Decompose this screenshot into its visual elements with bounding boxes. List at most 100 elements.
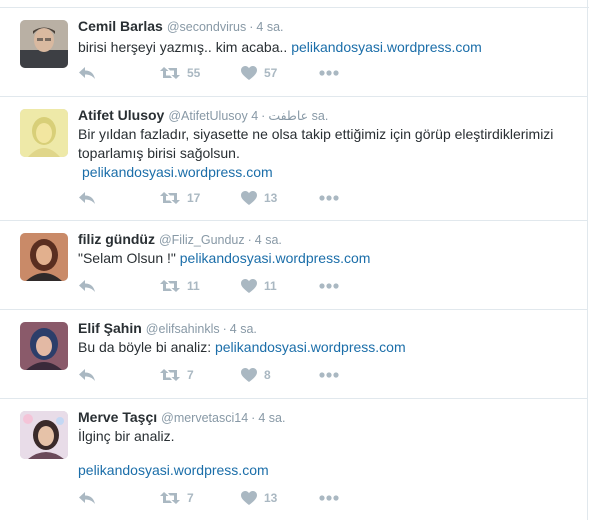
more-icon <box>319 495 339 501</box>
reply-icon <box>79 192 95 204</box>
retweet-button[interactable]: 17 <box>160 191 200 205</box>
like-icon <box>241 368 257 382</box>
tweet-text: birisi herşeyi yazmış.. kim acaba.. peli… <box>78 38 578 57</box>
tweet-link[interactable]: pelikandosyasi.wordpress.com <box>291 39 482 55</box>
like-icon <box>241 279 257 293</box>
like-count: 13 <box>264 491 278 505</box>
fullname[interactable]: filiz gündüz <box>78 231 155 247</box>
retweet-button[interactable]: 7 <box>160 368 194 382</box>
retweet-button[interactable]: 7 <box>160 491 194 505</box>
reply-icon <box>79 492 95 504</box>
tweet[interactable]: Merve Taşçı @mervetasci14 · 4 sa. İlginç bi… <box>0 399 588 520</box>
retweet-icon <box>160 492 180 504</box>
avatar[interactable] <box>20 20 68 68</box>
more-button[interactable] <box>319 283 339 289</box>
avatar[interactable] <box>20 411 68 459</box>
reply-button[interactable] <box>78 491 96 505</box>
tweet-text: Bir yıldan fazladır, siyasette ne olsa t… <box>78 125 568 182</box>
like-count: 11 <box>264 279 277 293</box>
tweet-header: Atifet Ulusoy @AtifetUlusoy عاطفت·4 sa. <box>78 107 328 123</box>
reply-icon <box>79 67 95 79</box>
tweet-header: Merve Taşçı @mervetasci14 · 4 sa. <box>78 409 285 425</box>
fullname[interactable]: Atifet Ulusoy <box>78 107 164 123</box>
username[interactable]: @AtifetUlusoy عاطفت <box>168 109 308 123</box>
more-button[interactable] <box>319 70 339 76</box>
retweet-icon <box>160 192 180 204</box>
username[interactable]: @Filiz_Gunduz <box>159 233 245 247</box>
tweet-text: İlginç bir analiz. pelikandosyasi.wordpr… <box>78 427 578 480</box>
username[interactable]: @elifsahinkls <box>146 322 220 336</box>
tweet-actions: 7 13 <box>78 491 378 511</box>
retweet-count: 7 <box>187 491 194 505</box>
tweet-actions: 17 13 <box>78 191 378 211</box>
like-button[interactable]: 13 <box>241 191 277 205</box>
tweet-body: "Selam Olsun !" <box>78 250 176 266</box>
tweet[interactable]: filiz gündüz @Filiz_Gunduz · 4 sa. "Selam O… <box>0 221 588 310</box>
fullname[interactable]: Cemil Barlas <box>78 18 163 34</box>
like-button[interactable]: 11 <box>241 279 277 293</box>
fullname[interactable]: Merve Taşçı <box>78 409 157 425</box>
tweet-link[interactable]: pelikandosyasi.wordpress.com <box>215 339 406 355</box>
avatar[interactable] <box>20 109 68 157</box>
tweet-body: İlginç bir analiz. <box>78 428 175 444</box>
fullname[interactable]: Elif Şahin <box>78 320 142 336</box>
like-icon <box>241 491 257 505</box>
like-icon <box>241 66 257 80</box>
like-button[interactable]: 57 <box>241 66 277 80</box>
tweet-link[interactable]: pelikandosyasi.wordpress.com <box>180 250 371 266</box>
like-button[interactable]: 8 <box>241 368 271 382</box>
tweet-link[interactable]: pelikandosyasi.wordpress.com <box>78 163 568 182</box>
more-icon <box>319 195 339 201</box>
timestamp[interactable]: 4 sa. <box>230 322 257 336</box>
more-icon <box>319 283 339 289</box>
tweet-header: Cemil Barlas @secondvirus · 4 sa. <box>78 18 284 34</box>
tweet-header: Elif Şahin @elifsahinkls · 4 sa. <box>78 320 257 336</box>
tweet-body: Bir yıldan fazladır, siyasette ne olsa t… <box>78 126 554 161</box>
more-icon <box>319 372 339 378</box>
like-count: 13 <box>264 191 278 205</box>
reply-icon <box>79 369 95 381</box>
timestamp[interactable]: 4 sa. <box>256 20 283 34</box>
reply-button[interactable] <box>78 66 96 80</box>
like-count: 57 <box>264 66 278 80</box>
retweet-icon <box>160 280 180 292</box>
separator-dot: · <box>249 20 254 34</box>
separator-dot: · <box>247 233 252 247</box>
retweet-count: 7 <box>187 368 194 382</box>
retweet-count: 11 <box>187 279 200 293</box>
tweet-body: Bu da böyle bi analiz: <box>78 339 212 355</box>
tweet-text: "Selam Olsun !" pelikandosyasi.wordpress… <box>78 249 578 268</box>
tweet-actions: 11 11 <box>78 279 378 299</box>
tweet[interactable]: Elif Şahin @elifsahinkls · 4 sa. Bu da böyl… <box>0 310 588 399</box>
timestamp[interactable]: 4 sa. <box>258 411 285 425</box>
like-button[interactable]: 13 <box>241 491 277 505</box>
tweet-header: filiz gündüz @Filiz_Gunduz · 4 sa. <box>78 231 282 247</box>
retweet-count: 55 <box>187 66 201 80</box>
reply-button[interactable] <box>78 191 96 205</box>
tweet-body: birisi herşeyi yazmış.. kim acaba.. <box>78 39 288 55</box>
like-icon <box>241 191 257 205</box>
more-icon <box>319 70 339 76</box>
separator-dot: · <box>222 322 227 336</box>
separator-dot: · <box>251 411 256 425</box>
more-button[interactable] <box>319 372 339 378</box>
avatar[interactable] <box>20 233 68 281</box>
reply-button[interactable] <box>78 279 96 293</box>
more-button[interactable] <box>319 195 339 201</box>
tweet[interactable]: Atifet Ulusoy @AtifetUlusoy عاطفت·4 sa. B… <box>0 97 588 221</box>
tweet-text: Bu da böyle bi analiz: pelikandosyasi.wo… <box>78 338 578 357</box>
like-count: 8 <box>264 368 271 382</box>
tweet[interactable]: Cemil Barlas @secondvirus · 4 sa. birisi he… <box>0 8 588 97</box>
tweet-link[interactable]: pelikandosyasi.wordpress.com <box>78 461 578 480</box>
retweet-button[interactable]: 11 <box>160 279 200 293</box>
reply-button[interactable] <box>78 368 96 382</box>
retweet-icon <box>160 67 180 79</box>
avatar[interactable] <box>20 322 68 370</box>
more-button[interactable] <box>319 495 339 501</box>
username[interactable]: @mervetasci14 <box>161 411 248 425</box>
retweet-icon <box>160 369 180 381</box>
username[interactable]: @secondvirus <box>167 20 246 34</box>
timestamp[interactable]: 4 sa. <box>255 233 282 247</box>
retweet-button[interactable]: 55 <box>160 66 200 80</box>
